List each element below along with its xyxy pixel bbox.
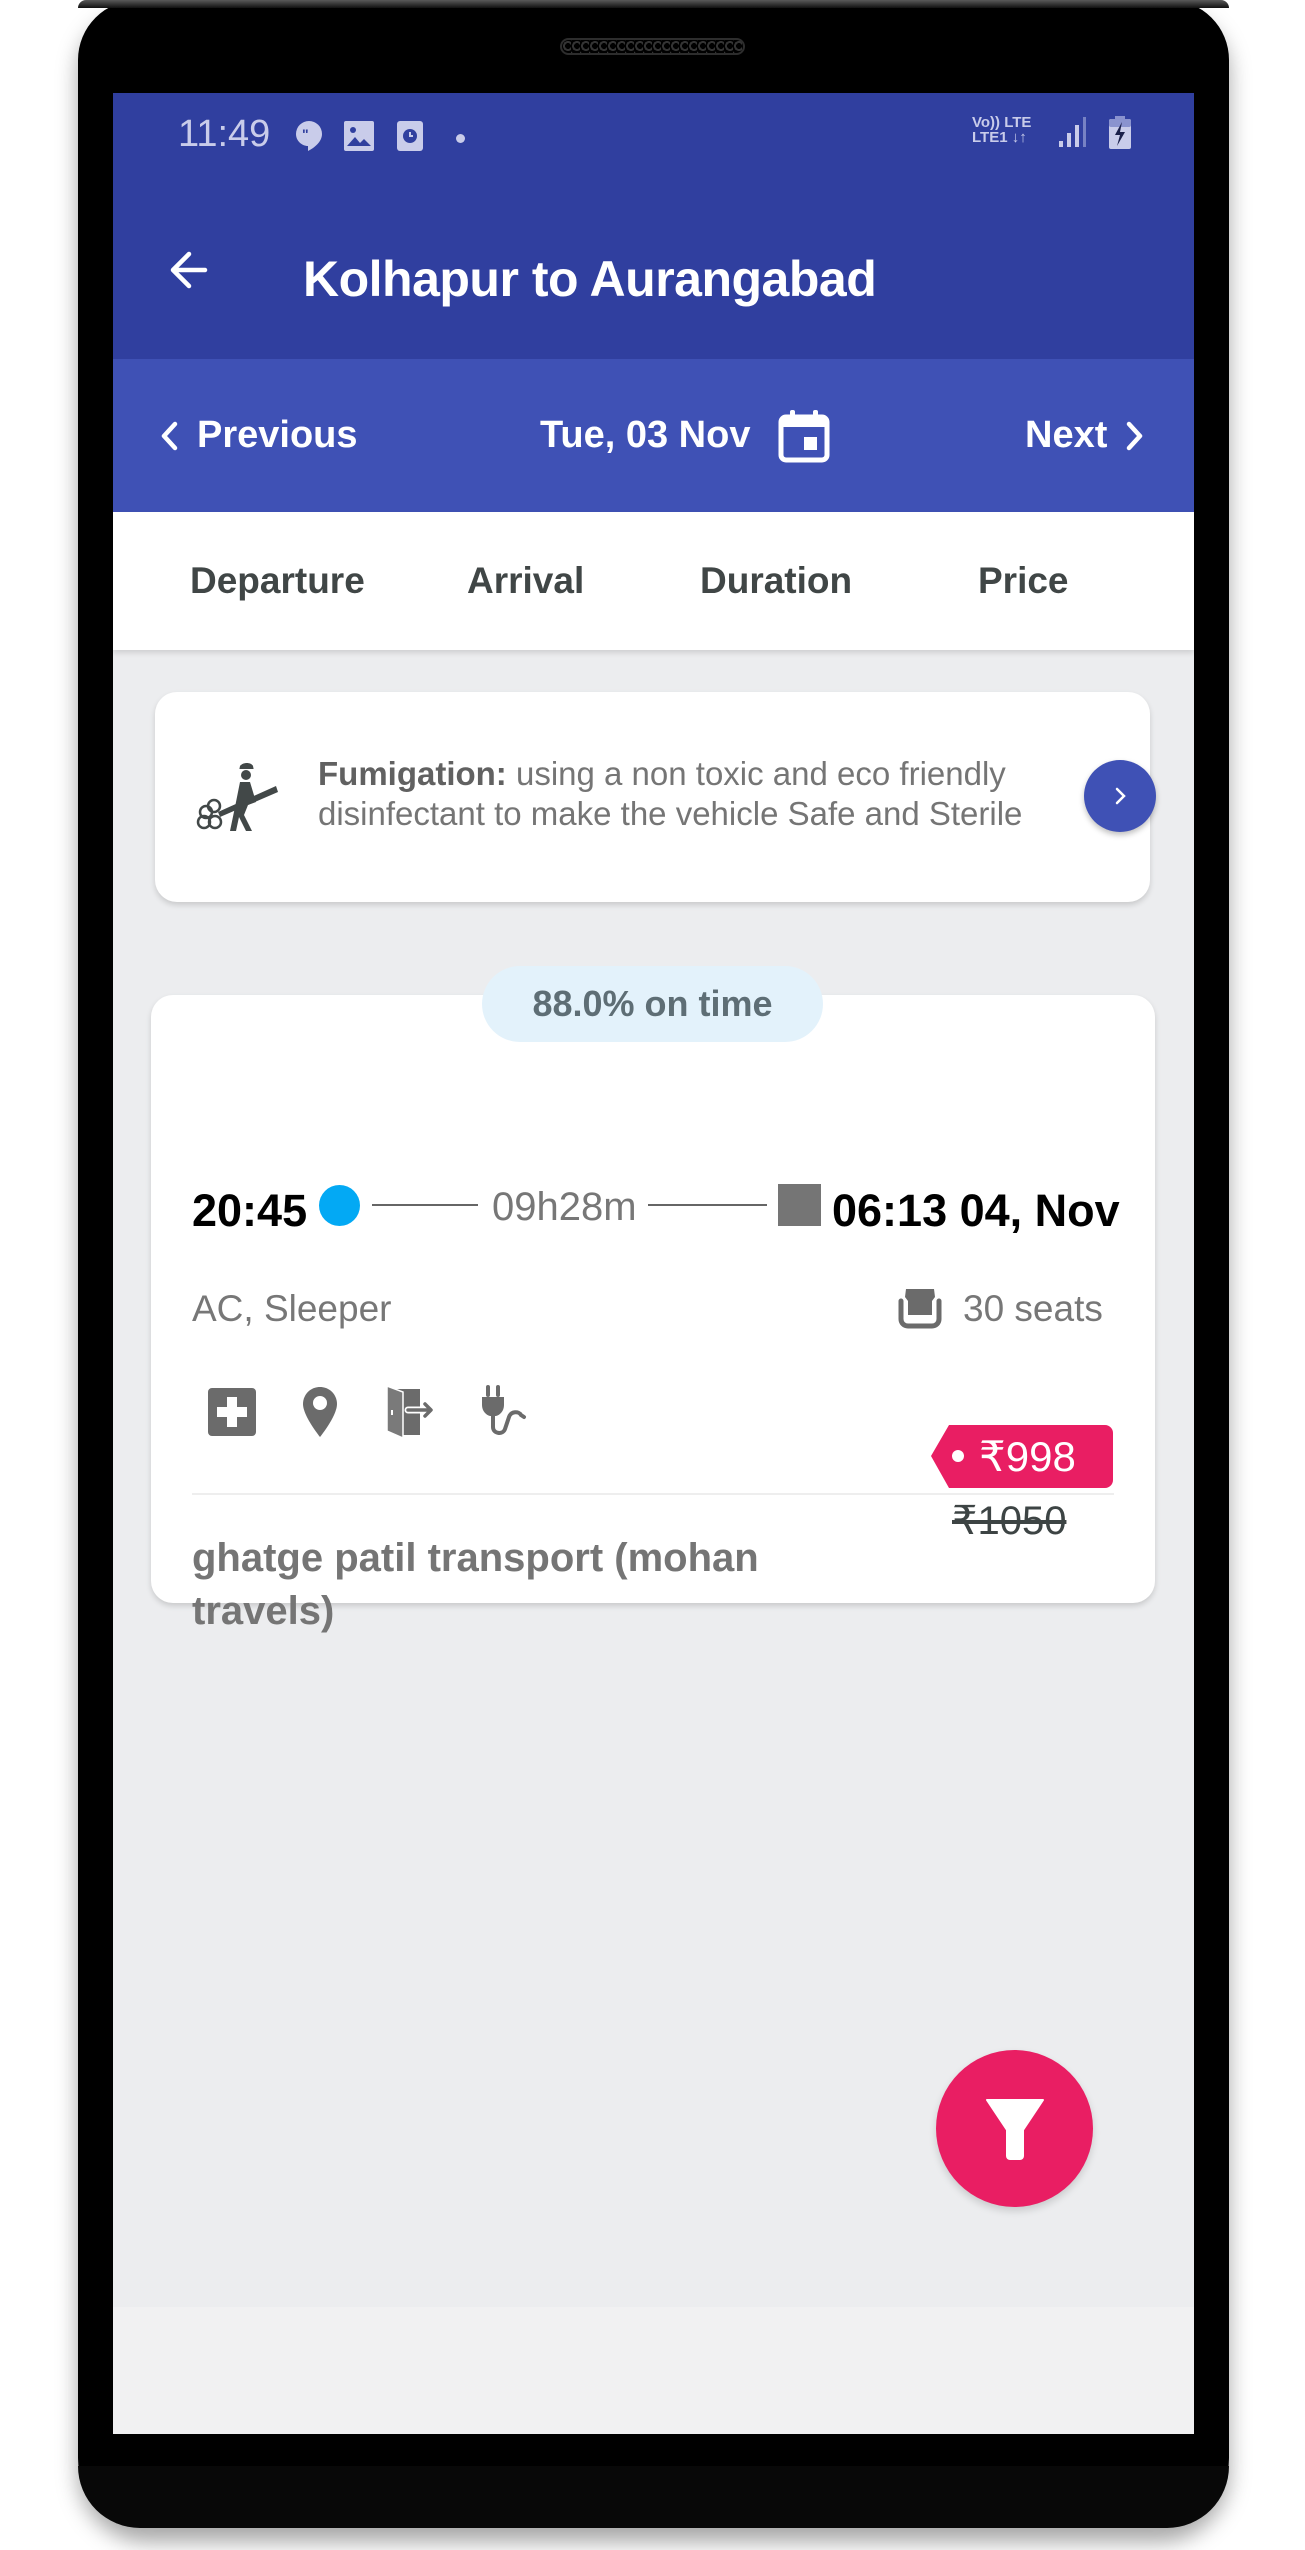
emergency-exit-icon bbox=[386, 1386, 434, 1438]
hangouts-icon: " bbox=[296, 121, 322, 151]
arrival-time: 06:13 04, Nov bbox=[832, 1185, 1120, 1236]
departure-dot-icon bbox=[319, 1185, 360, 1226]
phone-chin bbox=[78, 2466, 1229, 2528]
clock-notification-icon bbox=[397, 121, 423, 151]
network-line2: LTE1 ↓↑ bbox=[972, 129, 1027, 146]
signal-icon bbox=[1059, 117, 1086, 147]
volte-lte-icon: Vo)) LTE LTE1 ↓↑ bbox=[972, 115, 1052, 145]
sort-tab-price[interactable]: Price bbox=[978, 512, 1069, 650]
system-nav-bar bbox=[113, 2307, 1194, 2434]
departure-time: 20:45 bbox=[192, 1185, 308, 1236]
selected-date: Tue, 03 Nov bbox=[540, 414, 751, 456]
sort-tab-duration[interactable]: Duration bbox=[700, 512, 852, 650]
calendar-icon bbox=[778, 409, 830, 462]
journey-duration: 09h28m bbox=[492, 1185, 637, 1229]
available-seats: 30 seats bbox=[963, 1288, 1103, 1329]
previous-date-button[interactable]: Previous bbox=[159, 359, 358, 512]
chevron-right-icon bbox=[1115, 787, 1126, 805]
sort-tab-departure[interactable]: Departure bbox=[190, 512, 365, 650]
battery-charging-icon bbox=[1109, 116, 1131, 149]
operator-name: ghatge patil transport (mohan travels) bbox=[192, 1536, 759, 1633]
seat-icon bbox=[898, 1289, 942, 1329]
fumigation-worker-icon bbox=[196, 763, 278, 831]
promo-title: Fumigation: bbox=[318, 755, 507, 792]
next-label: Next bbox=[1025, 414, 1108, 456]
svg-text:": " bbox=[302, 126, 309, 142]
status-time: 11:49 bbox=[178, 113, 271, 155]
promo-next-button[interactable] bbox=[1084, 760, 1156, 832]
filter-icon bbox=[985, 2098, 1044, 2160]
on-time-badge: 88.0% on time bbox=[482, 966, 823, 1042]
card-divider bbox=[192, 1493, 1114, 1495]
arrow-left-icon[interactable] bbox=[163, 240, 223, 300]
route-line-left bbox=[372, 1204, 478, 1206]
date-picker-button[interactable]: Tue, 03 Nov bbox=[540, 359, 830, 512]
chevron-right-icon bbox=[1127, 421, 1143, 450]
image-icon bbox=[344, 121, 374, 151]
price-tag: ₹998 bbox=[931, 1425, 1113, 1488]
original-price: ₹1050 bbox=[952, 1499, 1067, 1543]
sort-tab-arrival[interactable]: Arrival bbox=[467, 512, 584, 650]
bus-type: AC, Sleeper bbox=[192, 1288, 392, 1329]
fumigation-promo-card[interactable]: Fumigation: using a non toxic and eco fr… bbox=[155, 692, 1150, 902]
promo-text: Fumigation: using a non toxic and eco fr… bbox=[318, 754, 1118, 834]
chevron-left-icon bbox=[161, 421, 178, 450]
screen: 11:49 " Vo)) LTE LTE1 ↓↑ Kolhapur to Aur… bbox=[113, 93, 1194, 2434]
phone-frame-edge bbox=[78, 0, 1229, 8]
next-date-button[interactable]: Next bbox=[1025, 359, 1145, 512]
phone-speaker bbox=[560, 38, 745, 55]
sort-bar: Departure Arrival Duration Price bbox=[113, 512, 1194, 650]
date-bar: Previous Tue, 03 Nov Next bbox=[113, 359, 1194, 512]
more-notifications-dot-icon bbox=[456, 134, 465, 143]
network-line1: Vo)) LTE bbox=[972, 114, 1032, 131]
filter-button[interactable] bbox=[936, 2050, 1093, 2207]
first-aid-icon bbox=[208, 1388, 256, 1436]
charging-plug-icon bbox=[482, 1385, 526, 1435]
discounted-price: ₹998 bbox=[979, 1433, 1076, 1480]
arrival-square-icon bbox=[778, 1184, 821, 1226]
route-line-right bbox=[648, 1204, 767, 1206]
app-toolbar: Kolhapur to Aurangabad bbox=[113, 200, 1194, 359]
status-bar: 11:49 " Vo)) LTE LTE1 ↓↑ bbox=[113, 93, 1194, 200]
location-pin-icon bbox=[303, 1387, 337, 1437]
page-title: Kolhapur to Aurangabad bbox=[303, 251, 877, 307]
previous-label: Previous bbox=[197, 414, 358, 456]
